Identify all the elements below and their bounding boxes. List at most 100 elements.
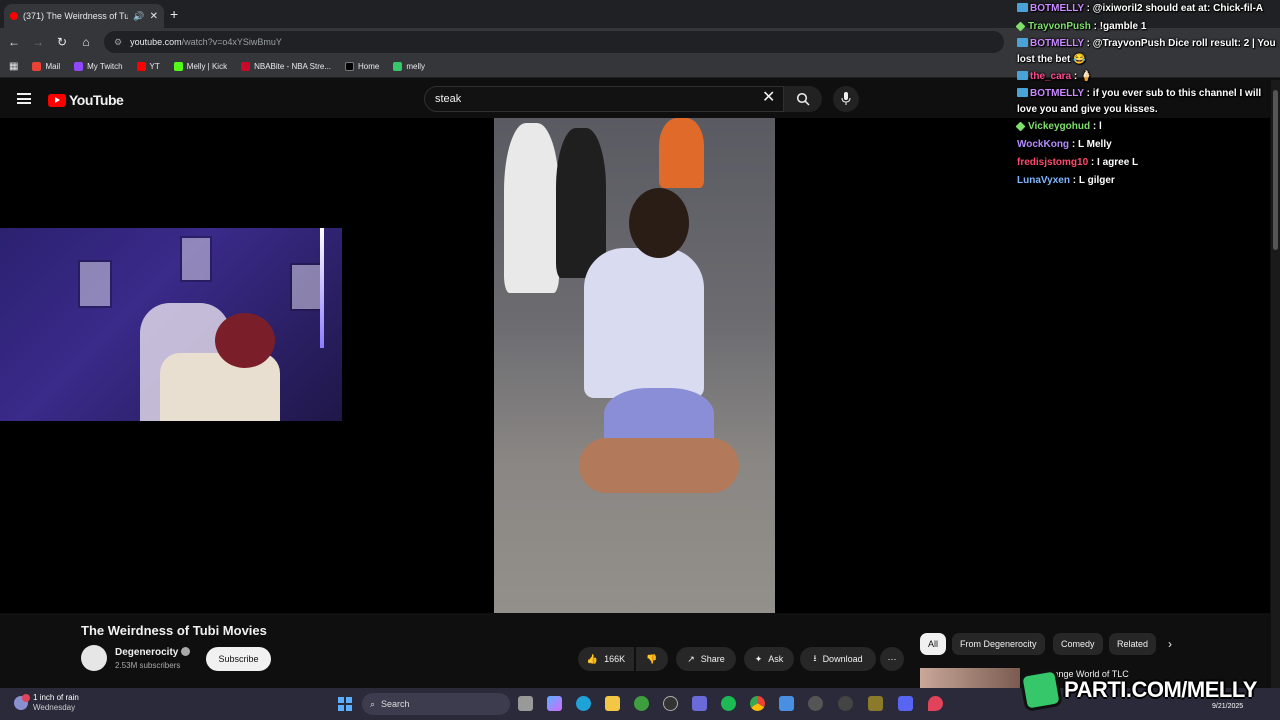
folder-icon[interactable]: [605, 696, 620, 711]
chip-related[interactable]: Related: [1109, 633, 1157, 655]
diamond-badge-icon: [1015, 121, 1026, 132]
voice-search-button[interactable]: [833, 86, 859, 112]
file-explorer-icon[interactable]: [518, 696, 533, 711]
media-player-icon[interactable]: [808, 696, 823, 711]
webcam-wall-poster: [180, 236, 212, 282]
sparkle-icon: ✦: [754, 653, 763, 664]
bookmark-melly[interactable]: melly: [393, 62, 425, 71]
chat-username: BOTMELLY: [1030, 3, 1084, 14]
chat-text: L Melly: [1077, 139, 1112, 150]
webcam-wall-poster: [78, 260, 112, 308]
chevron-right-icon[interactable]: ›: [1168, 637, 1172, 651]
chat-message: WockKong : L Melly: [1017, 139, 1112, 150]
channel-name[interactable]: Degenerocity: [115, 647, 191, 658]
video-main-person-legs: [579, 438, 739, 493]
photos-icon[interactable]: [779, 696, 794, 711]
spotify-icon[interactable]: [721, 696, 736, 711]
taskbar-search[interactable]: ⌕ Search: [362, 693, 510, 715]
chat-message: LunaVyxen : L gilger: [1017, 175, 1115, 186]
search-button[interactable]: [784, 86, 822, 112]
ask-button[interactable]: ✦ Ask: [744, 647, 794, 671]
search-icon: [796, 92, 810, 106]
back-icon[interactable]: ←: [4, 32, 24, 52]
chip-from-channel[interactable]: From Degenerocity: [952, 633, 1045, 655]
bot-badge-icon: [1017, 38, 1028, 47]
chat-message: BOTMELLY : if you ever sub to this chann…: [1017, 88, 1262, 115]
forward-icon[interactable]: →: [28, 32, 48, 52]
recommended-video-thumbnail[interactable]: [920, 668, 1020, 688]
apps-grid-icon[interactable]: ▦: [9, 61, 18, 72]
search-input[interactable]: [435, 93, 735, 105]
bookmark-label: Home: [358, 62, 380, 71]
reload-icon[interactable]: ↻: [52, 32, 72, 52]
chat-username: the_cara: [1030, 71, 1072, 82]
home-icon[interactable]: ⌂: [76, 32, 96, 52]
bookmark-x-home[interactable]: Home: [345, 62, 379, 71]
chat-username: LunaVyxen: [1017, 175, 1070, 186]
chip-comedy[interactable]: Comedy: [1053, 633, 1103, 655]
chat-message: BOTMELLY : @ixiworil2 should eat at: Chi…: [1017, 0, 1277, 18]
copilot-icon[interactable]: [547, 696, 562, 711]
like-button[interactable]: 👍 166K: [578, 647, 634, 671]
channel-avatar[interactable]: [81, 645, 107, 671]
video-main-person: [584, 248, 704, 398]
obs-icon[interactable]: [663, 696, 678, 711]
bookmark-label: NBABite - NBA Stre...: [254, 62, 332, 71]
store-icon[interactable]: [692, 696, 707, 711]
tab-audio-icon[interactable]: 🔊: [133, 11, 144, 22]
melly-icon: [393, 62, 403, 71]
subscribe-button[interactable]: Subscribe: [206, 647, 271, 671]
chip-all[interactable]: All: [920, 633, 947, 655]
tab-title: (371) The Weirdness of Tubi: [23, 11, 129, 21]
thumbs-down-icon: 👎: [646, 653, 658, 664]
share-icon: ↗: [687, 653, 695, 664]
search-field[interactable]: [424, 86, 784, 112]
download-button[interactable]: ⭳ Download: [800, 647, 876, 671]
youtube-play-logo-icon: [48, 93, 66, 107]
chat-username: BOTMELLY: [1030, 38, 1084, 49]
chat-message: BOTMELLY : @TrayvonPush Dice roll result…: [1017, 38, 1276, 65]
more-actions-button[interactable]: ⋯: [880, 647, 904, 671]
weather-rain-icon: [14, 694, 30, 710]
chat-text: I agree L: [1097, 157, 1139, 168]
edge-icon[interactable]: [576, 696, 591, 711]
youtube-logo[interactable]: YouTube: [48, 92, 124, 108]
xbox-icon[interactable]: [634, 696, 649, 711]
youtube-logo-text: YouTube: [69, 92, 124, 108]
weather-text: 1 inch of rain: [33, 693, 79, 702]
share-button[interactable]: ↗ Share: [676, 647, 736, 671]
hamburger-menu-icon[interactable]: [17, 93, 31, 104]
bookmark-twitch[interactable]: My Twitch: [74, 62, 123, 71]
video-player[interactable]: [0, 118, 1270, 613]
chat-username: fredisjstomg10: [1017, 157, 1089, 168]
bookmark-label: Mail: [45, 62, 61, 71]
bookmark-kick[interactable]: Melly | Kick: [173, 62, 227, 71]
bookmark-yt[interactable]: YT: [136, 62, 160, 71]
bookmark-nbabite[interactable]: NBABite - NBA Stre...: [241, 62, 331, 71]
video-main-person-head: [629, 188, 689, 258]
bot-badge-icon: [1017, 88, 1028, 97]
gmail-icon: [32, 62, 42, 71]
chat-message: TrayvonPush : !gamble 1: [1015, 18, 1277, 36]
new-tab-button[interactable]: +: [170, 6, 178, 22]
browser-tab[interactable]: (371) The Weirdness of Tubi 🔊 ✕: [4, 4, 164, 28]
app-icon[interactable]: [868, 696, 883, 711]
chat-message: the_cara : 🍦: [1017, 68, 1277, 86]
arrow-app-icon[interactable]: [838, 696, 853, 711]
site-info-icon[interactable]: ⚙: [114, 37, 122, 48]
pin-app-icon[interactable]: [928, 696, 943, 711]
discord-icon[interactable]: [898, 696, 913, 711]
video-frame[interactable]: [494, 118, 775, 613]
chrome-icon[interactable]: [750, 696, 765, 711]
weather-widget[interactable]: 1 inch of rain Wednesday: [14, 693, 79, 713]
windows-start-icon[interactable]: [338, 697, 352, 711]
tab-close-icon[interactable]: ✕: [150, 11, 158, 22]
twitch-icon: [74, 62, 84, 71]
bookmark-mail[interactable]: Mail: [32, 62, 60, 71]
clear-search-icon[interactable]: ✕: [762, 90, 775, 106]
url-field[interactable]: ⚙ youtube.com/watch?v=o4xYSiwBmuY: [104, 31, 1004, 53]
dislike-button[interactable]: 👎: [636, 647, 668, 671]
chat-message: Vickeygohud : l: [1015, 118, 1277, 136]
verified-icon: [181, 647, 191, 656]
parti-logo-icon: [1018, 667, 1064, 713]
